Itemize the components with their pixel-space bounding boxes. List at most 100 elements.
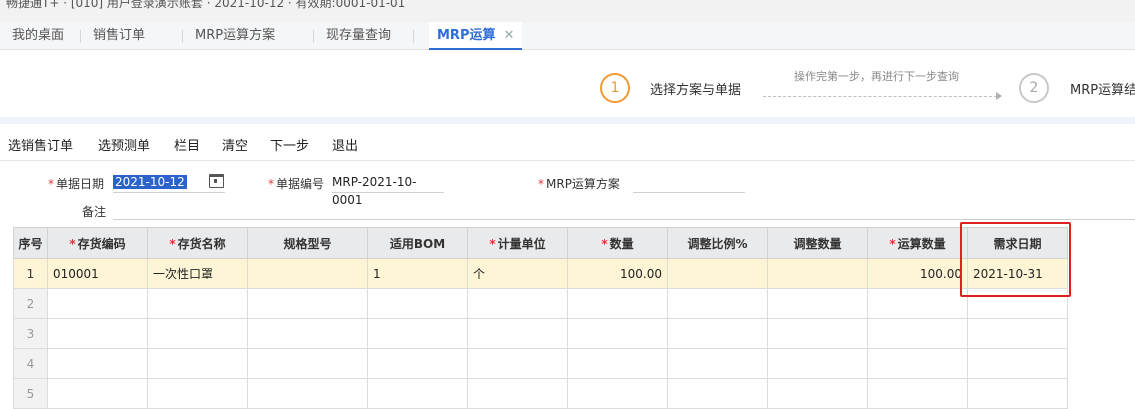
table-row[interactable]: 4 — [13, 348, 1068, 379]
table-cell[interactable] — [567, 288, 668, 319]
table-cell[interactable] — [967, 348, 1068, 379]
column-header[interactable]: 调整数量 — [767, 227, 868, 259]
table-cell[interactable] — [867, 348, 968, 379]
table-row[interactable]: 2 — [13, 288, 1068, 319]
column-header[interactable]: * 存货名称 — [147, 227, 248, 259]
table-cell[interactable] — [47, 348, 148, 379]
table-cell[interactable] — [147, 348, 248, 379]
table-cell[interactable] — [367, 318, 468, 349]
table-cell[interactable] — [47, 318, 148, 349]
calendar-icon[interactable] — [209, 174, 224, 188]
tab-mrp-run[interactable]: MRP运算 ✕ — [429, 22, 523, 50]
exit-button[interactable]: 退出 — [332, 135, 358, 154]
step-connector-line — [763, 96, 997, 97]
column-header[interactable]: 调整比例% — [667, 227, 768, 259]
column-header[interactable]: 规格型号 — [247, 227, 368, 259]
table-cell[interactable] — [667, 258, 768, 289]
select-forecast-button[interactable]: 选预测单 — [98, 135, 150, 154]
table-cell[interactable] — [767, 348, 868, 379]
table-cell[interactable]: 100.00 — [867, 258, 968, 289]
step-one-indicator: 1 — [600, 73, 630, 103]
tab-stock-query[interactable]: 现存量查询 — [326, 22, 391, 50]
table-cell[interactable] — [147, 378, 248, 409]
column-header[interactable]: * 计量单位 — [467, 227, 568, 259]
table-cell[interactable] — [367, 348, 468, 379]
table-cell[interactable] — [367, 288, 468, 319]
table-cell[interactable] — [667, 348, 768, 379]
table-cell[interactable] — [47, 378, 148, 409]
plan-field[interactable] — [633, 173, 745, 193]
tab-mrp-plan[interactable]: MRP运算方案 — [195, 22, 275, 50]
code-field[interactable]: MRP-2021-10-0001 — [332, 173, 444, 207]
table-cell[interactable] — [867, 378, 968, 409]
table-cell[interactable] — [247, 348, 368, 379]
table-cell[interactable]: 一次性口罩 — [147, 258, 248, 289]
table-cell[interactable] — [467, 348, 568, 379]
clear-button[interactable]: 清空 — [222, 135, 248, 154]
table-cell[interactable] — [867, 318, 968, 349]
table-cell[interactable] — [967, 378, 1068, 409]
title-bar: 畅捷通T+ · [010] 用户登录演示账套 · 2021-10-12 · 有效… — [0, 0, 1135, 22]
date-label-text: 单据日期 — [56, 177, 105, 191]
column-header-label: 存货编码 — [77, 236, 126, 251]
table-row[interactable]: 3 — [13, 318, 1068, 349]
table-cell[interactable] — [147, 288, 248, 319]
tab-sales-order[interactable]: 销售订单 — [93, 22, 145, 50]
tab-separator — [413, 30, 414, 43]
column-header[interactable]: 适用BOM — [367, 227, 468, 259]
table-cell[interactable] — [467, 378, 568, 409]
column-header[interactable]: * 运算数量 — [867, 227, 968, 259]
required-mark: * — [169, 236, 176, 251]
tab-separator — [313, 30, 314, 43]
table-cell[interactable] — [867, 288, 968, 319]
title-text: 畅捷通T+ · [010] 用户登录演示账套 · 2021-10-12 · 有效… — [6, 0, 406, 10]
table-cell[interactable] — [567, 378, 668, 409]
table-cell[interactable] — [467, 318, 568, 349]
table-cell[interactable] — [767, 288, 868, 319]
next-step-button[interactable]: 下一步 — [270, 135, 309, 154]
step-hint: 操作完第一步，再进行下一步查询 — [794, 70, 959, 83]
table-cell[interactable] — [147, 318, 248, 349]
column-header-label: 计量单位 — [497, 236, 546, 251]
column-header[interactable]: * 存货编码 — [47, 227, 148, 259]
tab-mrp-run-label: MRP运算 — [437, 28, 496, 43]
table-cell[interactable] — [967, 318, 1068, 349]
table-cell[interactable]: 100.00 — [567, 258, 668, 289]
column-header[interactable]: * 数量 — [567, 227, 668, 259]
table-cell[interactable] — [767, 258, 868, 289]
table-cell[interactable] — [567, 318, 668, 349]
date-value: 2021-10-12 — [113, 175, 187, 189]
table-cell[interactable]: 个 — [467, 258, 568, 289]
table-cell[interactable] — [367, 378, 468, 409]
table-cell[interactable] — [767, 378, 868, 409]
table-cell[interactable]: 010001 — [47, 258, 148, 289]
table-cell[interactable]: 1 — [367, 258, 468, 289]
table-row[interactable]: 1 010001 一次性口罩 1 个 100.00 100.00 2021-10… — [13, 258, 1068, 289]
required-mark: * — [889, 236, 896, 251]
table-header-row: 序号 * 存货编码 * 存货名称 规格型号 适用BOM * 计量单位 * 数量 调整比例… — [13, 227, 1068, 259]
tab-my-desktop[interactable]: 我的桌面 — [12, 22, 64, 50]
table-cell[interactable] — [47, 288, 148, 319]
select-sales-order-button[interactable]: 选销售订单 — [8, 135, 73, 154]
table-cell[interactable] — [667, 378, 768, 409]
required-mark: * — [268, 177, 274, 191]
table-cell[interactable] — [567, 348, 668, 379]
remark-field[interactable] — [113, 200, 1135, 220]
table-cell[interactable] — [467, 288, 568, 319]
table-cell[interactable] — [247, 318, 368, 349]
table-row[interactable]: 5 — [13, 378, 1068, 409]
column-header-label: 数量 — [609, 236, 634, 251]
plan-label: * MRP运算方案 — [538, 175, 620, 192]
table-cell[interactable] — [247, 378, 368, 409]
table-cell[interactable] — [247, 288, 368, 319]
columns-button[interactable]: 栏目 — [174, 135, 200, 154]
column-header-label: 运算数量 — [897, 236, 946, 251]
table-cell[interactable] — [667, 318, 768, 349]
tab-bar: 我的桌面 销售订单 MRP运算方案 现存量查询 MRP运算 ✕ — [0, 22, 1135, 50]
table-cell[interactable] — [247, 258, 368, 289]
table-cell[interactable] — [667, 288, 768, 319]
tab-separator — [80, 30, 81, 43]
close-icon[interactable]: ✕ — [503, 28, 514, 43]
column-header[interactable]: 序号 — [13, 227, 48, 259]
table-cell[interactable] — [767, 318, 868, 349]
